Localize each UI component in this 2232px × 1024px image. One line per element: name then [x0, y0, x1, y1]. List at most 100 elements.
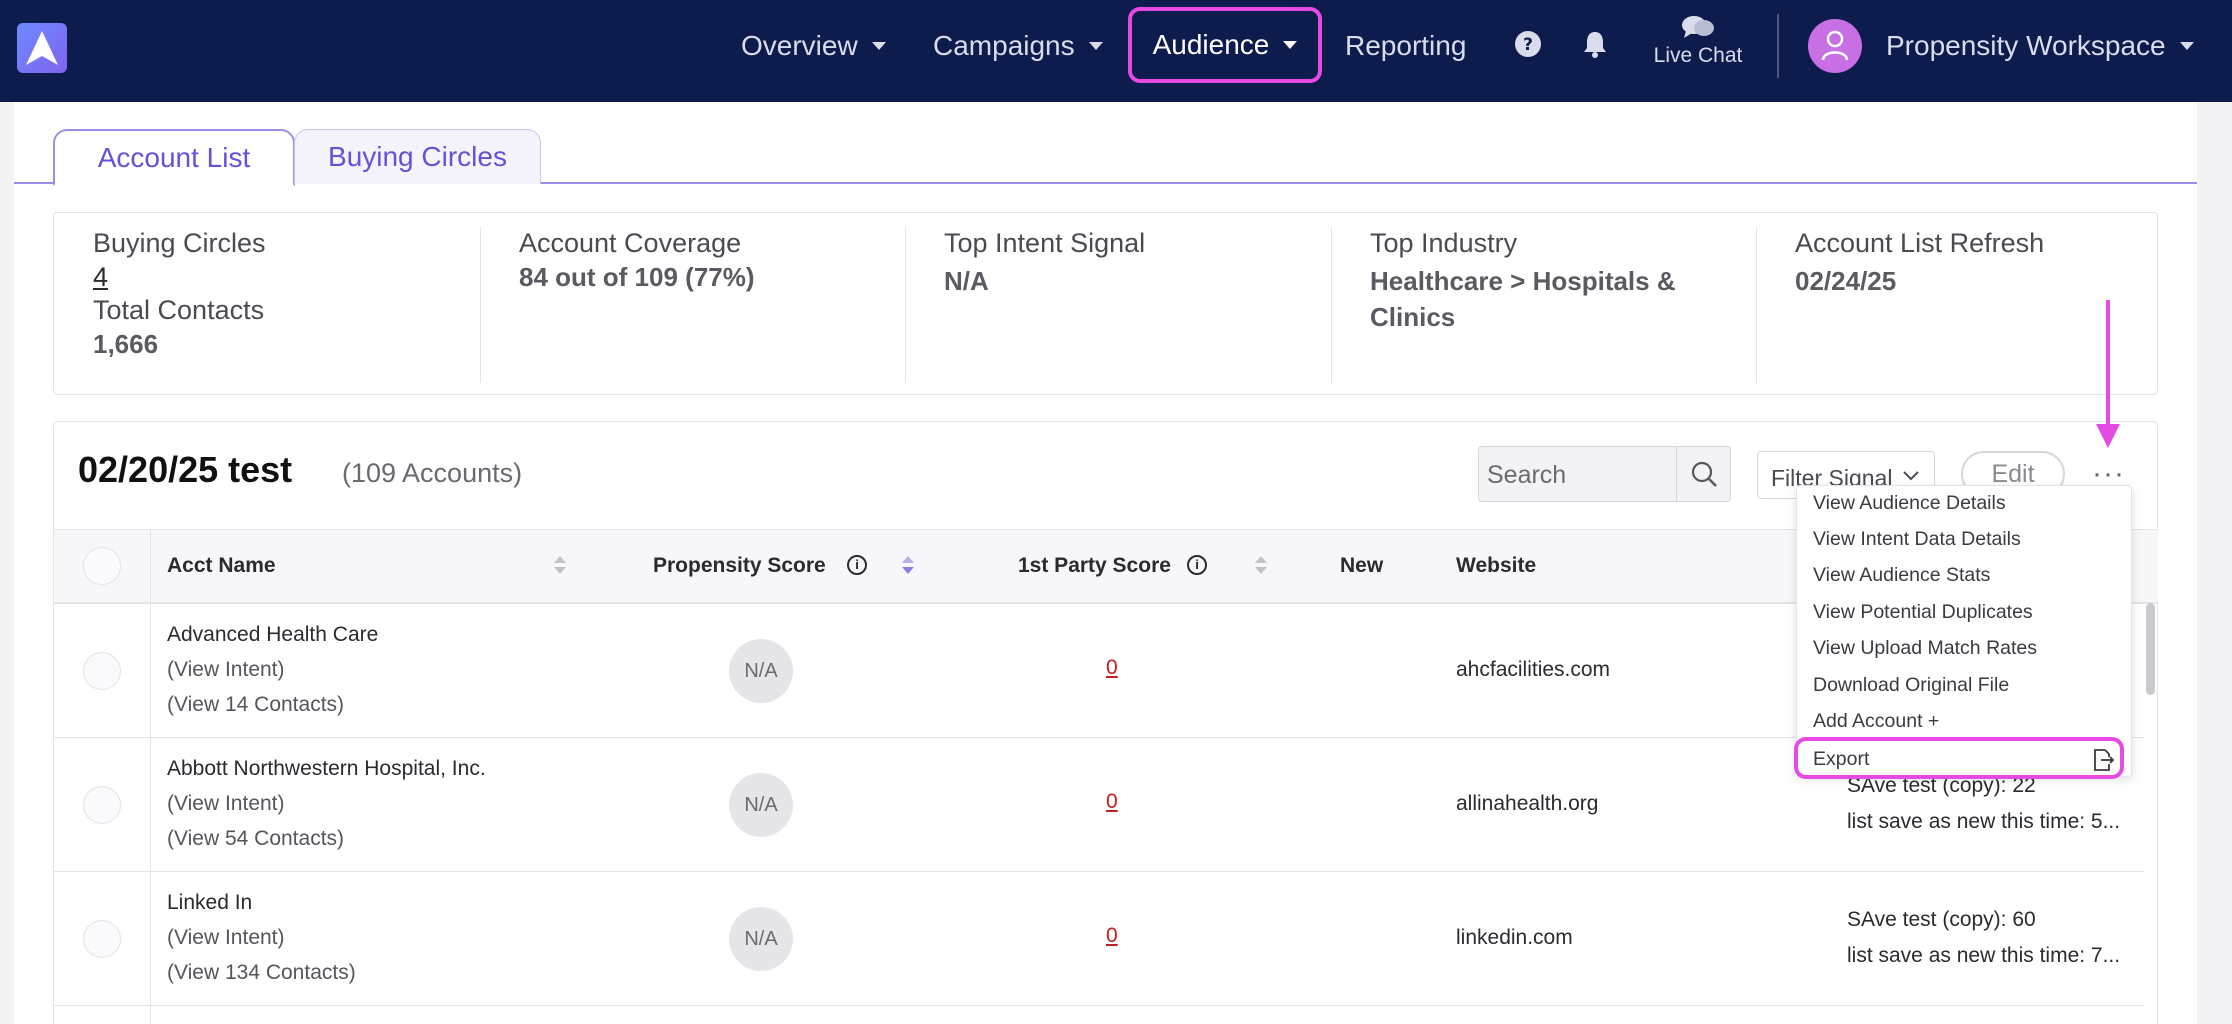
- help-icon[interactable]: ?: [1514, 30, 1542, 63]
- list-count: (109 Accounts): [342, 458, 523, 488]
- stat-divider: [480, 227, 481, 383]
- stat-label: Top Intent Signal: [944, 228, 1146, 258]
- sort-icon[interactable]: [902, 556, 914, 574]
- chevron-down-icon: [871, 42, 886, 50]
- stats-panel: Buying Circles 4 Total Contacts 1,666 Ac…: [53, 212, 2158, 395]
- column-header-first-party[interactable]: 1st Party Score: [1018, 554, 1171, 578]
- annotation-arrow-icon: [2094, 300, 2122, 455]
- search-input[interactable]: Search: [1478, 446, 1731, 502]
- stat-label: Account Coverage: [519, 228, 742, 258]
- nav-audience-label: Audience: [1152, 29, 1270, 60]
- stat-divider: [905, 227, 906, 383]
- saved-list-entry: SAve test (copy): 60: [1847, 908, 2036, 931]
- workspace-label: Propensity Workspace: [1886, 30, 2166, 61]
- stat-label: Buying Circles: [93, 228, 266, 258]
- menu-item-add-account[interactable]: Add Account +: [1813, 710, 1939, 733]
- view-contacts-link[interactable]: (View 134 Contacts): [167, 955, 356, 990]
- view-intent-link[interactable]: (View Intent): [167, 652, 378, 687]
- search-button[interactable]: [1676, 447, 1730, 501]
- stat-label: Total Contacts: [93, 295, 265, 325]
- nav-reporting-label: Reporting: [1345, 30, 1467, 61]
- live-chat-button[interactable]: Live Chat: [1646, 14, 1750, 68]
- chevron-down-icon: [1903, 471, 1919, 481]
- column-header-website: Website: [1456, 554, 1537, 577]
- info-icon[interactable]: i: [1187, 555, 1207, 575]
- chat-icon: [1682, 16, 1714, 38]
- nav-campaigns-label: Campaigns: [933, 30, 1075, 61]
- column-header-acct-name[interactable]: Acct Name: [167, 554, 276, 578]
- stat-value: 02/24/25: [1795, 266, 1897, 296]
- buying-circles-link[interactable]: 4: [93, 259, 266, 295]
- tab-account-list[interactable]: Account List: [53, 129, 295, 186]
- stat-list-refresh: Account List Refresh 02/24/25: [1795, 228, 2044, 409]
- select-all-checkbox[interactable]: [83, 547, 121, 585]
- propensity-badge: N/A: [729, 639, 793, 703]
- column-header-propensity[interactable]: Propensity Score: [653, 554, 826, 578]
- menu-item-view-potential-duplicates[interactable]: View Potential Duplicates: [1813, 601, 2033, 624]
- sort-icon[interactable]: [1255, 556, 1267, 574]
- nav-overview[interactable]: Overview: [741, 0, 886, 92]
- view-intent-link[interactable]: (View Intent): [167, 786, 486, 821]
- live-chat-label: Live Chat: [1653, 44, 1743, 67]
- menu-item-view-audience-stats[interactable]: View Audience Stats: [1813, 564, 1990, 587]
- account-name[interactable]: Linked In: [167, 885, 356, 920]
- first-party-score-link[interactable]: 0: [1106, 924, 1118, 948]
- website-cell: ahcfacilities.com: [1456, 658, 1611, 681]
- stat-value: 1,666: [93, 329, 159, 359]
- avatar[interactable]: [1808, 19, 1862, 73]
- chevron-down-icon: [2179, 42, 2194, 50]
- propensity-badge: N/A: [729, 907, 793, 971]
- row-checkbox[interactable]: [83, 652, 121, 690]
- view-contacts-link[interactable]: (View 14 Contacts): [167, 687, 378, 722]
- row-checkbox[interactable]: [83, 920, 121, 958]
- export-icon[interactable]: [2091, 748, 2115, 777]
- website-cell: linkedin.com: [1456, 926, 1573, 949]
- website-cell: allinahealth.org: [1456, 792, 1599, 815]
- account-cell: Linked In (View Intent) (View 134 Contac…: [167, 885, 356, 990]
- svg-text:?: ?: [1523, 35, 1533, 55]
- nav-divider: [1777, 14, 1779, 78]
- search-icon: [1691, 461, 1717, 487]
- nav-overview-label: Overview: [741, 30, 858, 61]
- top-nav: Overview Campaigns Audience Reporting ? …: [0, 0, 2232, 102]
- first-party-score-link[interactable]: 0: [1106, 790, 1118, 814]
- app-logo[interactable]: [17, 23, 67, 73]
- row-checkbox[interactable]: [83, 786, 121, 824]
- menu-item-view-upload-match-rates[interactable]: View Upload Match Rates: [1813, 637, 2037, 660]
- account-cell: Abbott Northwestern Hospital, Inc. (View…: [167, 751, 486, 856]
- account-name[interactable]: Advanced Health Care: [167, 617, 378, 652]
- table-row: Linked In (View Intent) (View 134 Contac…: [54, 872, 2144, 1006]
- bell-icon[interactable]: [1582, 30, 1608, 63]
- stat-value: Healthcare > Hospitals & Clinics: [1370, 266, 1676, 332]
- propensity-badge: N/A: [729, 773, 793, 837]
- list-title: 02/20/25 test: [78, 449, 293, 490]
- workspace-menu[interactable]: Propensity Workspace: [1886, 0, 2194, 92]
- nav-campaigns[interactable]: Campaigns: [933, 0, 1103, 92]
- account-name[interactable]: Abbott Northwestern Hospital, Inc.: [167, 751, 486, 786]
- nav-reporting[interactable]: Reporting: [1345, 0, 1466, 92]
- stat-value: N/A: [944, 266, 989, 296]
- sort-icon[interactable]: [554, 556, 566, 574]
- saved-list-entry: list save as new this time: 5...: [1847, 810, 2121, 833]
- stat-account-coverage: Account Coverage 84 out of 109 (77%): [519, 228, 755, 409]
- view-intent-link[interactable]: (View Intent): [167, 920, 356, 955]
- more-options-menu: View Audience Details View Intent Data D…: [1796, 485, 2132, 777]
- search-placeholder: Search: [1487, 461, 1567, 489]
- menu-item-view-intent-data-details[interactable]: View Intent Data Details: [1813, 528, 2021, 551]
- stat-value: 84 out of 109 (77%): [519, 262, 755, 292]
- scrollbar-thumb[interactable]: [2146, 603, 2155, 695]
- page-margin-left: [0, 102, 14, 1024]
- info-icon[interactable]: i: [847, 555, 867, 575]
- stat-top-industry: Top Industry Healthcare > Hospitals & Cl…: [1370, 228, 1740, 409]
- nav-audience[interactable]: Audience: [1128, 7, 1322, 83]
- tab-buying-circles[interactable]: Buying Circles: [294, 129, 541, 184]
- first-party-score-link[interactable]: 0: [1106, 656, 1118, 680]
- menu-item-view-audience-details[interactable]: View Audience Details: [1813, 492, 2006, 515]
- view-contacts-link[interactable]: (View 54 Contacts): [167, 821, 486, 856]
- more-options-icon[interactable]: ···: [2092, 459, 2125, 489]
- export-highlight: [1794, 737, 2124, 779]
- menu-item-download-original-file[interactable]: Download Original File: [1813, 674, 2009, 697]
- chevron-down-icon: [1088, 42, 1103, 50]
- saved-list-entry: list save as new this time: 7...: [1847, 944, 2121, 967]
- stat-buying-circles: Buying Circles 4 Total Contacts 1,666: [93, 228, 266, 409]
